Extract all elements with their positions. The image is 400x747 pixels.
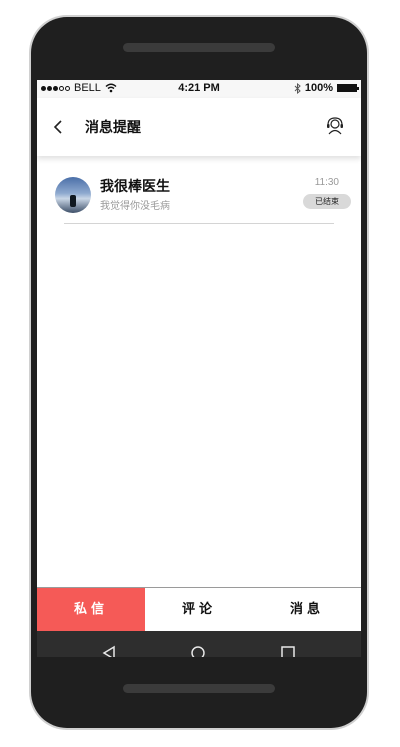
screen: BELL 4:21 PM 100% 消息提醒 我很棒医生 我觉得你没毛病 11:… — [37, 80, 361, 657]
status-bar: BELL 4:21 PM 100% — [37, 80, 361, 98]
android-nav-bar — [37, 631, 361, 657]
bluetooth-icon — [294, 82, 301, 94]
app-header: 消息提醒 — [37, 98, 361, 156]
status-badge: 已结束 — [303, 194, 351, 209]
sender-name: 我很棒医生 — [100, 179, 170, 195]
message-preview: 我觉得你没毛病 — [100, 201, 170, 212]
speaker-grille — [123, 43, 275, 52]
battery-icon — [337, 84, 359, 92]
bottom-tab-bar: 私信 评论 消息 — [37, 587, 361, 631]
recent-apps-icon[interactable] — [279, 644, 297, 657]
message-list-item[interactable]: 我很棒医生 我觉得你没毛病 11:30 已结束 — [37, 175, 361, 227]
avatar — [55, 177, 91, 213]
tab-messages[interactable]: 消息 — [253, 588, 361, 631]
chevron-left-icon[interactable] — [51, 118, 67, 136]
bottom-speaker-grille — [123, 684, 275, 693]
battery-percent: 100% — [304, 82, 333, 94]
home-circle-icon[interactable] — [189, 644, 207, 657]
phone-frame: BELL 4:21 PM 100% 消息提醒 我很棒医生 我觉得你没毛病 11:… — [31, 17, 367, 728]
headset-icon[interactable] — [325, 116, 345, 136]
battery-status: 100% — [294, 82, 359, 94]
list-divider — [64, 223, 334, 224]
message-time: 11:30 — [314, 177, 339, 188]
page-title: 消息提醒 — [85, 120, 141, 136]
tab-comments[interactable]: 评论 — [145, 588, 253, 631]
tab-private-message[interactable]: 私信 — [37, 588, 145, 631]
back-triangle-icon[interactable] — [100, 644, 118, 657]
